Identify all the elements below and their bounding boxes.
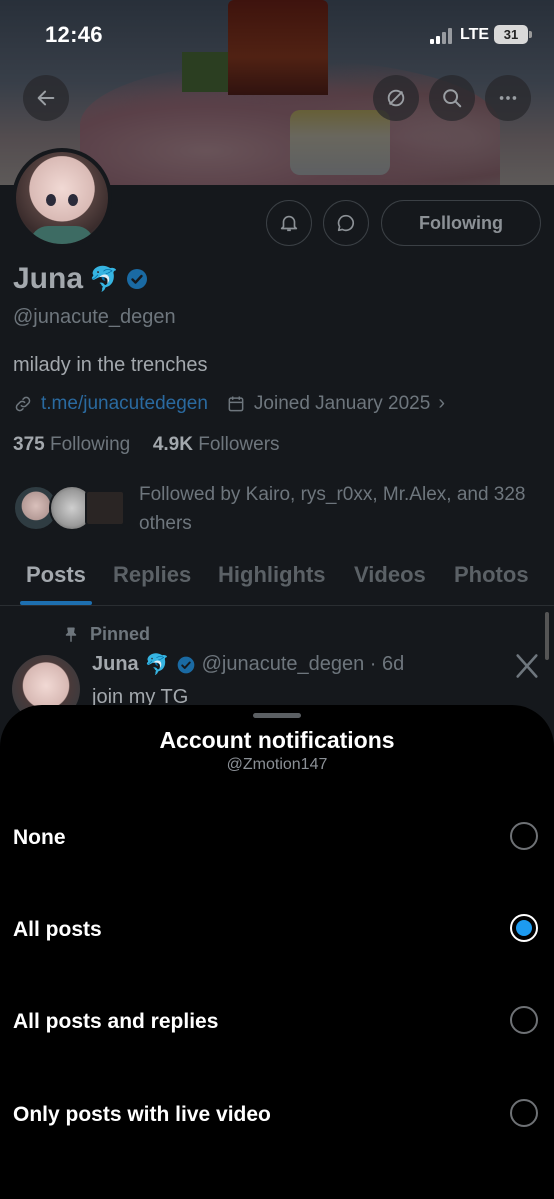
scrollbar[interactable] [545,612,549,660]
status-time: 12:46 [45,22,103,47]
post-author[interactable]: Juna [92,653,139,676]
profile-tabs: Posts Replies Highlights Videos Photos [0,556,554,606]
post-handle-time: @junacute_degen · 6d [201,653,405,675]
profile-counts: 375 Following 4.9K Followers [13,434,280,456]
following-label[interactable]: Following [50,434,130,455]
profile-bio: milady in the trenches [13,354,208,376]
bell-icon [280,215,298,232]
option-live-video[interactable]: Only posts with live video [0,1075,554,1155]
profile-link[interactable]: t.me/junacutedegen [41,393,208,415]
link-icon [15,396,31,411]
profile-name: Juna 🐬 [13,262,149,296]
profile-handle: @junacute_degen [13,306,176,328]
network-label: LTE [460,26,490,43]
account-notifications-sheet: Account notifications @Zmotion147 None A… [0,705,554,1199]
x-logo-icon [516,654,538,678]
option-all-posts-and-replies[interactable]: All posts and replies [0,982,554,1062]
tab-highlights[interactable]: Highlights [218,562,326,588]
profile-avatar[interactable] [12,148,112,248]
pinned-text: Pinned [90,624,151,644]
tab-photos[interactable]: Photos [454,562,529,588]
option-label: All posts [13,918,102,941]
sheet-title: Account notifications [159,727,395,753]
pinned-label: Pinned [62,624,150,645]
following-button[interactable]: Following [381,200,541,246]
followed-by[interactable]: Followed by Kairo, rys_r0xx, Mr.Alex, an… [13,480,553,540]
profile-meta: t.me/junacutedegen Joined January 2025 › [13,392,445,415]
followers-count[interactable]: 4.9K [153,434,193,455]
verified-badge-icon [126,269,147,289]
following-count[interactable]: 375 [13,434,45,455]
option-none[interactable]: None [0,798,554,878]
active-tab-indicator [20,601,92,605]
radio-button[interactable] [510,822,538,850]
tab-posts[interactable]: Posts [26,562,86,588]
option-label: All posts and replies [13,1010,219,1033]
signal-icon [430,28,454,44]
search-button[interactable] [429,75,475,121]
message-button[interactable] [323,200,369,246]
battery-icon: 31 [494,25,532,44]
option-all-posts[interactable]: All posts [0,890,554,970]
calendar-icon [228,396,244,411]
dolphin-emoji: 🐬 [144,654,170,676]
arrow-left-icon [37,90,55,106]
profile-joined: Joined January 2025 [253,392,431,414]
chat-bubble-icon [337,214,355,232]
radio-button[interactable] [510,1099,538,1127]
radio-button[interactable] [510,1006,538,1034]
more-button[interactable] [485,75,531,121]
followers-label[interactable]: Followers [198,434,279,455]
status-bar: 12:46 LTE 31 [0,0,554,70]
chevron-right-icon[interactable]: › [438,392,445,415]
tab-videos[interactable]: Videos [354,562,426,588]
back-button[interactable] [23,75,69,121]
avatar [85,490,125,526]
followed-by-text: Followed by Kairo, rys_r0xx, Mr.Alex, an… [139,484,526,534]
option-label: Only posts with live video [13,1103,271,1126]
dolphin-emoji: 🐬 [89,265,119,293]
pin-icon [65,627,77,642]
sheet-subtitle: @Zmotion147 [226,756,328,773]
profile-name-text: Juna [13,262,84,295]
notifications-bell-button[interactable] [266,200,312,246]
radio-button-selected[interactable] [510,914,538,942]
search-icon [443,89,462,108]
tab-replies[interactable]: Replies [113,562,191,588]
post-header: Juna 🐬 @junacute_degen · 6d [92,652,404,677]
verified-badge-icon [177,656,194,673]
sheet-grabber[interactable] [253,713,301,718]
grok-button[interactable] [373,75,419,121]
more-dots-icon [499,96,517,100]
option-label: None [13,826,66,849]
grok-icon [387,89,405,107]
